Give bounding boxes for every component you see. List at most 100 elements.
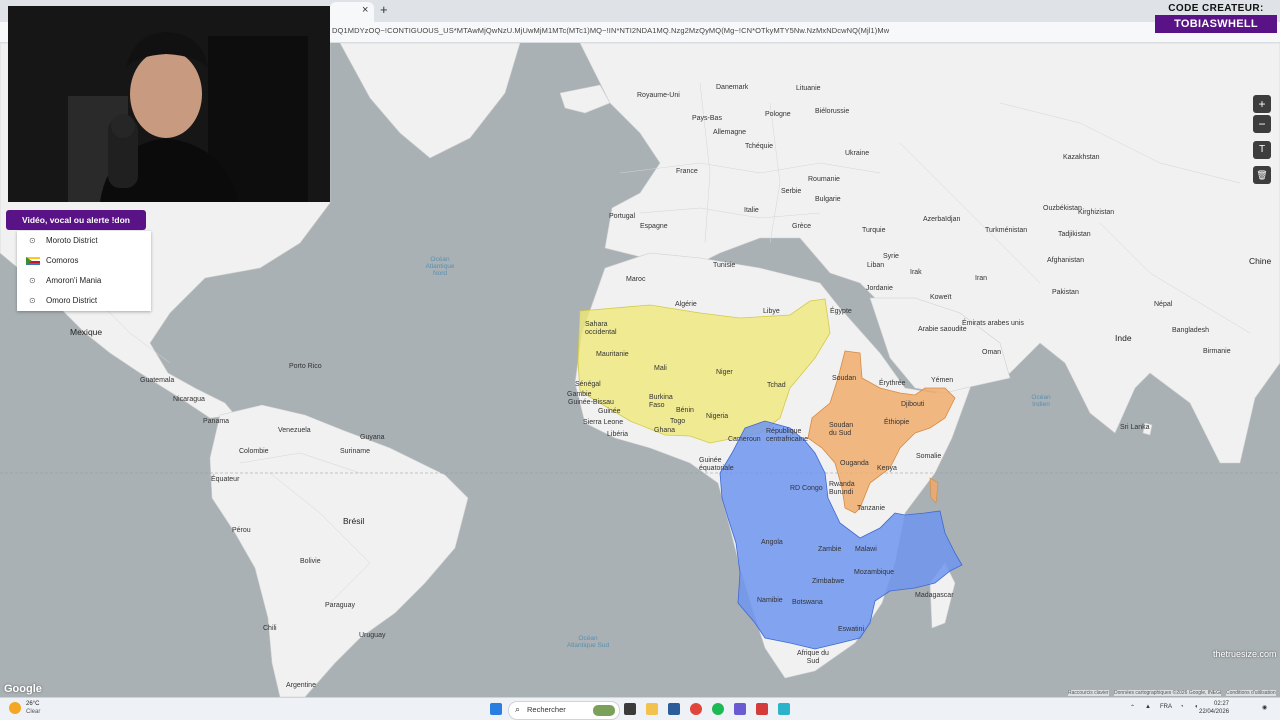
chrome-icon[interactable] [690,703,702,715]
map-label: Guinée [598,408,621,415]
map-label: Botswana [792,599,823,606]
map-label: Pays-Bas [692,115,722,122]
tab-close-icon[interactable]: × [362,4,368,16]
map-label: Suriname [340,448,370,455]
app-icon[interactable] [778,703,790,715]
taskbar-search[interactable]: ⌕ Rechercher [508,701,620,720]
map-label: Danemark [716,84,749,91]
weather-desc[interactable]: Clear [26,709,40,715]
map-label: Ouzbékistan [1043,205,1082,212]
new-tab-icon[interactable]: + [380,3,388,17]
delete-button[interactable]: 🗑 [1253,166,1271,184]
map-label: Gambie [567,391,592,398]
map-label: Algérie [675,301,697,308]
map-label: Guinée équatoriale [699,457,734,472]
map-label: Allemagne [713,129,747,136]
creator-code-name: TOBIASWHELL [1155,15,1277,33]
map-label: Libye [763,308,780,315]
text-tool-button[interactable]: T [1253,141,1271,159]
task-view-icon[interactable] [624,703,636,715]
map-label: Eswatini [838,626,865,633]
map-label: Grèce [792,223,812,230]
thetruesize-logo[interactable]: thetruesize.com [1213,649,1277,659]
search-highlight-icon [593,705,615,716]
list-item[interactable]: ⊙ Moroto District [17,231,151,251]
map-label: Soudan du Sud [829,422,854,437]
tray-chevron-icon[interactable]: ⌃ [1130,704,1135,711]
map-label: Kirghizistan [1078,209,1115,216]
map-label: Iran [975,275,988,282]
map-label: Guyana [360,434,385,441]
map-label: Liban [867,262,885,269]
suggestion-label: Moroto District [46,236,98,245]
weather-icon[interactable] [9,702,21,714]
map-label: Paraguay [325,602,355,609]
map-label: Kenya [877,465,897,472]
app-icon[interactable] [756,703,768,715]
map-label: Azerbaïdjan [923,216,961,223]
map-label: Burkina Faso [649,394,673,409]
map-label: Malawi [855,546,877,553]
map-label: Égypte [830,308,852,315]
suggestion-list: ⊙ Moroto District Comoros ⊙ Amoron'i Man… [17,231,151,311]
network-icon[interactable]: ▲ [1145,704,1151,710]
zoom-out-button[interactable]: − [1253,115,1271,133]
clock-time[interactable]: 02:27 [1214,701,1229,707]
suggestion-label: Comoros [46,256,79,265]
list-item[interactable]: ⊙ Amoron'i Mania [17,271,151,291]
map-label: Tchéquie [745,143,774,150]
url-text[interactable]: DQ1MDYzOQ~!CONTIGUOUS_US*MTAwMjQwNzU.MjU… [332,26,889,35]
spotify-icon[interactable] [712,703,724,715]
map-label: Émirats arabes unis [962,320,1024,327]
list-item[interactable]: ⊙ Omoro District [17,291,151,311]
file-explorer-icon[interactable] [646,703,658,715]
map-label: République centrafricaine [766,428,809,443]
terms-link[interactable]: Conditions d'utilisation [1226,690,1276,696]
notification-icon[interactable]: ◉ [1262,704,1267,711]
zoom-in-button[interactable]: + [1253,95,1271,113]
map-label: Espagne [640,223,668,230]
comoros-flag-icon [26,257,40,265]
map-label: Nicaragua [173,396,205,403]
map-label: Porto Rico [289,363,322,370]
windows-start-icon[interactable] [490,703,502,715]
map-label: Mali [654,365,667,372]
map-label: Sahara occidental [585,321,617,336]
map-label: Pakistan [1052,289,1079,296]
map-label: Roumanie [808,176,840,183]
list-item[interactable]: Comoros [17,251,151,271]
map-label: Soudan [832,375,857,382]
map-label: Éthiopie [884,419,910,426]
map-label: Afghanistan [1047,257,1084,264]
map-label: Nigeria [706,413,729,420]
map-label: Chili [263,625,277,632]
map-label: Sénégal [575,381,601,388]
streamer-video [8,6,330,202]
keyboard-shortcuts-link[interactable]: Raccourcis clavier [1068,690,1109,696]
map-label: Royaume-Uni [637,92,680,99]
map-label: Guatemala [140,377,175,384]
map-label: Tanzanie [857,505,886,512]
weather-temp[interactable]: 26°C [26,701,39,707]
clock-date[interactable]: 22/04/2026 [1199,709,1229,715]
map-label: Burundi [829,489,854,496]
map-label: Arabie saoudite [918,326,967,333]
map-label: Turquie [862,227,886,234]
map-label: Serbie [781,188,802,195]
map-label: Yémen [931,377,954,384]
map-label: Guinée-Bissau [568,399,614,406]
store-icon[interactable] [668,703,680,715]
suggestion-label: Amoron'i Mania [46,276,102,285]
creator-code-title: CODE CREATEUR: [1168,3,1264,14]
map-label: Ukraine [845,150,870,157]
map-label: Syrie [883,253,899,260]
screen: × + DQ1MDYzOQ~!CONTIGUOUS_US*MTAwMjQwNzU… [0,0,1280,720]
map-label: Togo [670,418,686,425]
discord-icon[interactable] [734,703,746,715]
donation-button[interactable]: Vidéo, vocal ou alerte !don [6,210,146,230]
map-label: Rwanda [829,481,855,488]
map-label: Maroc [626,276,646,283]
lang-indicator[interactable]: FRA [1160,704,1172,710]
map-data-attribution: Données cartographiques ©2026 Google, IN… [1114,690,1222,696]
wifi-icon[interactable]: ◔ [1180,704,1184,710]
